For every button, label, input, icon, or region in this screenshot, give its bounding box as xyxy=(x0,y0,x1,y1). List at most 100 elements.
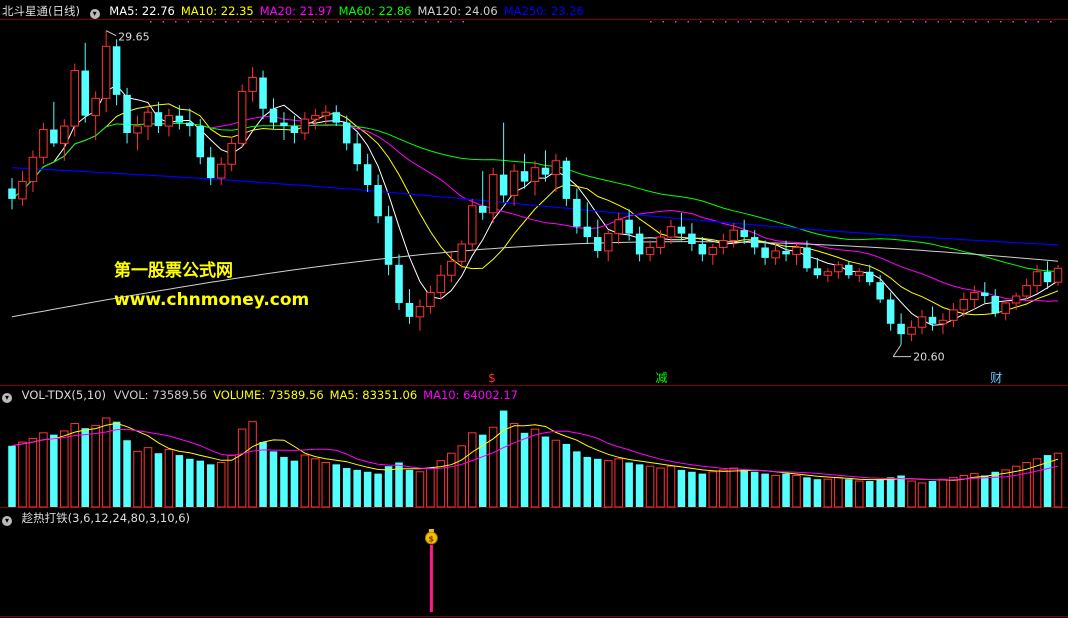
candle-body-down xyxy=(803,247,811,269)
volume-bar-up xyxy=(91,424,100,508)
volume-bar-down xyxy=(280,456,288,507)
candle-body-down xyxy=(269,108,278,123)
ref-dot xyxy=(325,21,327,23)
candle-body-down xyxy=(154,112,163,127)
volume-bar-up xyxy=(614,458,623,508)
volume-bar-down xyxy=(865,481,874,507)
ref-dot xyxy=(150,21,152,23)
candle-body-down xyxy=(562,160,571,199)
settings-icon[interactable]: ▾ xyxy=(89,9,100,19)
ref-dot xyxy=(687,21,689,23)
candle-body-up xyxy=(719,240,728,248)
volume-bar-up xyxy=(467,432,477,508)
volume-bar-up xyxy=(551,439,561,508)
ref-dot xyxy=(375,21,377,23)
candle-body-down xyxy=(290,126,299,133)
volume-bar-up xyxy=(18,441,27,508)
candle xyxy=(834,261,843,279)
volume-title[interactable]: VOL-TDX(5,10) xyxy=(22,388,106,402)
candle-body-down xyxy=(761,247,769,258)
volume-bar-down xyxy=(583,456,592,507)
candle xyxy=(677,212,686,241)
volume-bar-up xyxy=(708,471,718,508)
candle-body-up xyxy=(792,246,801,255)
volume-bar-down xyxy=(405,469,414,507)
candle-body-up xyxy=(959,299,969,311)
volume-bar-down xyxy=(206,464,215,507)
candle-body-down xyxy=(782,250,790,255)
volume-bar-down xyxy=(562,443,571,507)
candle xyxy=(384,205,393,276)
volume-bar-up xyxy=(415,471,425,508)
volume-bar-up xyxy=(227,454,236,508)
volume-indicator-0: VVOL: 73589.56 xyxy=(113,388,208,402)
candle-body-down xyxy=(698,244,707,255)
candle-body-down xyxy=(206,157,215,179)
volume-bar-up xyxy=(216,461,226,508)
volume-bar-up xyxy=(729,467,739,508)
candle xyxy=(1022,278,1031,300)
volume-bar-up xyxy=(143,447,153,508)
signal-title[interactable]: 趁热打铁(3,6,12,24,80,3,10,6) xyxy=(22,511,190,525)
candle xyxy=(603,230,613,262)
stock-title[interactable]: 北斗星通(日线) xyxy=(2,4,80,18)
candle-body-up xyxy=(666,226,676,238)
ref-dot xyxy=(437,21,439,23)
candle xyxy=(91,91,100,140)
volume-bar-up xyxy=(603,460,613,508)
candle-body-up xyxy=(771,250,780,259)
candle xyxy=(845,261,853,279)
volume-bar-up xyxy=(426,467,435,508)
ref-dot xyxy=(400,21,402,23)
candle-body-up xyxy=(415,305,425,318)
candle xyxy=(917,309,927,335)
volume-bar-up xyxy=(719,469,728,508)
volume-bar-down xyxy=(154,453,163,507)
candle-body-up xyxy=(1032,271,1042,287)
volume-bar-down xyxy=(332,464,341,507)
main-panel-header: 北斗星通(日线) ▾ MA5: 22.76 MA10: 22.35 MA20: 21… xyxy=(2,3,596,19)
ref-dot xyxy=(1000,21,1002,23)
ref-dot xyxy=(975,21,977,23)
candle xyxy=(688,223,696,251)
signal-panel-header: ▾ 趁热打铁(3,6,12,24,80,3,10,6) xyxy=(2,510,196,526)
grid-lines xyxy=(0,19,1068,617)
event-marker-2: 财 xyxy=(990,371,1002,385)
candle xyxy=(1011,292,1021,310)
candle-body-up xyxy=(300,118,310,134)
low-pointer xyxy=(892,344,902,357)
volume-bar-down xyxy=(573,451,581,507)
ref-dot xyxy=(362,21,364,23)
candle-body-down xyxy=(740,230,748,238)
ref-dot xyxy=(262,21,264,23)
candle xyxy=(123,87,131,144)
candle-body-down xyxy=(813,268,822,276)
volume-bar-down xyxy=(342,468,351,507)
candle-body-up xyxy=(28,156,38,183)
ref-dot xyxy=(1050,21,1052,23)
candle-body-up xyxy=(321,111,331,117)
candle xyxy=(698,237,707,262)
candle-body-up xyxy=(834,264,843,273)
candle-body-down xyxy=(123,94,131,133)
candle-body-up xyxy=(938,319,948,325)
candle-body-down xyxy=(625,219,633,234)
candle xyxy=(1043,261,1052,290)
candle xyxy=(259,70,267,120)
ref-dot xyxy=(312,21,314,23)
volume-bar-down xyxy=(688,471,696,507)
candle-body-up xyxy=(970,292,979,300)
settings-icon[interactable]: ▾ xyxy=(2,393,12,403)
volume-indicator-3: MA10: 64002.17 xyxy=(423,388,518,402)
candle-body-up xyxy=(917,316,927,328)
candle xyxy=(18,171,27,206)
candle xyxy=(353,133,361,172)
candle-body-down xyxy=(499,174,508,196)
ref-dot xyxy=(825,21,827,23)
settings-icon[interactable]: ▾ xyxy=(2,516,12,526)
volume-bar-up xyxy=(509,423,519,508)
ref-dot xyxy=(700,21,702,23)
candle-body-down xyxy=(8,188,16,199)
volume-bar-down xyxy=(363,471,372,507)
candle xyxy=(938,313,948,335)
